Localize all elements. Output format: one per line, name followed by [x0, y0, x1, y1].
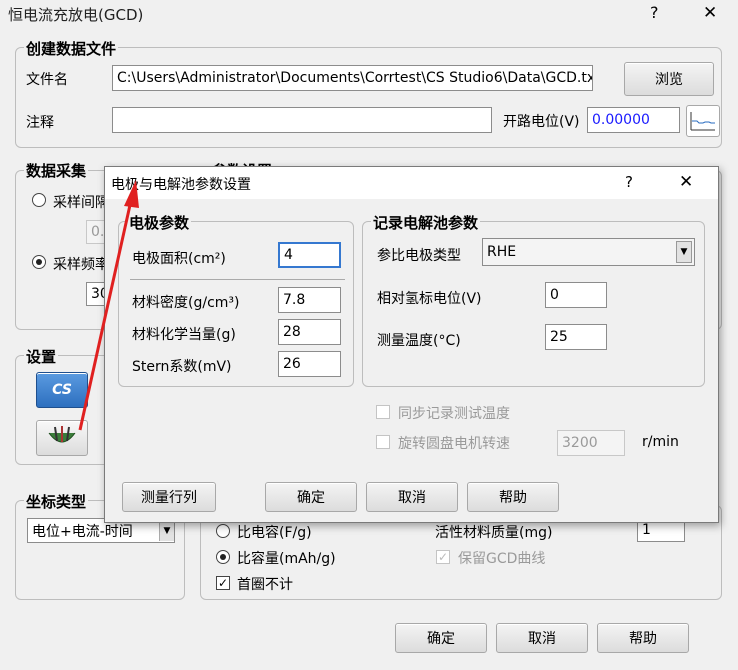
specific-capacity-label: 比容量(mAh/g) — [237, 551, 336, 567]
ref-type-select[interactable]: RHE ▼ — [482, 238, 695, 266]
temp-field[interactable]: 25 — [545, 324, 607, 350]
main-ok-button[interactable]: 确定 — [395, 623, 487, 653]
skip-first-label: 首圈不计 — [237, 577, 293, 593]
rotate-checkbox[interactable] — [376, 435, 390, 449]
window-title: 恒电流充放电(GCD) — [8, 6, 144, 24]
ocp-field[interactable]: 0.00000 — [587, 107, 680, 133]
specific-capacity-radio[interactable] — [216, 550, 230, 564]
cell-params-title: 记录电解池参数 — [371, 212, 481, 233]
equivalent-label: 材料化学当量(g) — [132, 327, 236, 343]
area-field[interactable]: 4 — [278, 242, 341, 268]
coord-title: 坐标类型 — [24, 491, 89, 512]
stern-label: Stern系数(mV) — [132, 359, 232, 375]
freq-label: 采样频率 — [53, 257, 109, 273]
specific-capacitance-radio[interactable] — [216, 524, 230, 538]
ocp-label: 开路电位(V) — [503, 114, 580, 130]
filename-label: 文件名 — [26, 72, 68, 88]
data-sampling-title: 数据采集 — [24, 160, 89, 181]
skip-first-checkbox[interactable]: ✓ — [216, 576, 230, 590]
close-icon[interactable]: ✕ — [703, 3, 717, 23]
electrode-params-title: 电极参数 — [127, 212, 192, 233]
dialog-help-button[interactable]: 帮助 — [467, 482, 559, 512]
specific-capacitance-label: 比电容(F/g) — [237, 525, 312, 541]
electrode-divider — [130, 279, 345, 280]
dialog-title: 电极与电解池参数设置 — [111, 177, 251, 193]
browse-button[interactable]: 浏览 — [624, 62, 714, 96]
electrode-settings-icon[interactable] — [36, 420, 88, 456]
rotate-label: 旋转圆盘电机转速 — [398, 436, 510, 452]
dialog-cancel-button[interactable]: 取消 — [366, 482, 458, 512]
chevron-down-icon[interactable]: ▼ — [159, 520, 174, 541]
equivalent-field[interactable]: 28 — [278, 319, 341, 345]
coord-select-value: 电位+电流-时间 — [32, 523, 133, 540]
note-label: 注释 — [26, 115, 54, 131]
density-label: 材料密度(g/cm³) — [132, 295, 240, 311]
stern-field[interactable]: 26 — [278, 351, 341, 377]
main-cancel-button[interactable]: 取消 — [496, 623, 588, 653]
main-help-button[interactable]: 帮助 — [597, 623, 689, 653]
keep-gcd-label: 保留GCD曲线 — [458, 551, 546, 567]
measure-button[interactable]: 测量行列 — [122, 482, 216, 512]
ref-type-label: 参比电极类型 — [377, 248, 461, 264]
area-label: 电极面积(cm²) — [132, 251, 226, 267]
freq-radio[interactable] — [32, 255, 46, 269]
active-mass-label: 活性材料质量(mg) — [435, 525, 553, 541]
rel-pot-field[interactable]: 0 — [545, 282, 607, 308]
dialog-help-icon[interactable]: ? — [625, 173, 633, 191]
dialog-close-icon[interactable]: ✕ — [679, 172, 693, 192]
settings-title: 设置 — [24, 346, 59, 367]
electrode-cell-dialog: 电极与电解池参数设置 ? ✕ 电极参数 电极面积(cm²) 4 材料密度(g/c… — [104, 166, 719, 523]
cs-settings-icon[interactable]: CS — [36, 372, 88, 408]
chevron-down-icon[interactable]: ▼ — [676, 241, 692, 263]
interval-label: 采样间隔 — [53, 195, 109, 211]
ocp-chart-icon[interactable] — [686, 105, 720, 137]
dialog-ok-button[interactable]: 确定 — [265, 482, 357, 512]
sync-temp-checkbox[interactable] — [376, 405, 390, 419]
density-field[interactable]: 7.8 — [278, 287, 341, 313]
create-file-title: 创建数据文件 — [24, 38, 119, 59]
rel-pot-label: 相对氢标电位(V) — [377, 291, 482, 307]
filename-field[interactable]: C:\Users\Administrator\Documents\Corrtes… — [112, 65, 593, 91]
rotate-field[interactable]: 3200 — [557, 430, 625, 456]
keep-gcd-checkbox[interactable]: ✓ — [436, 550, 450, 564]
interval-radio[interactable] — [32, 193, 46, 207]
note-field[interactable] — [112, 107, 492, 133]
rotate-unit: r/min — [642, 434, 679, 450]
temp-label: 测量温度(°C) — [377, 333, 461, 349]
help-icon[interactable]: ? — [650, 3, 659, 22]
sync-temp-label: 同步记录测试温度 — [398, 406, 510, 422]
ref-type-value: RHE — [487, 244, 517, 260]
